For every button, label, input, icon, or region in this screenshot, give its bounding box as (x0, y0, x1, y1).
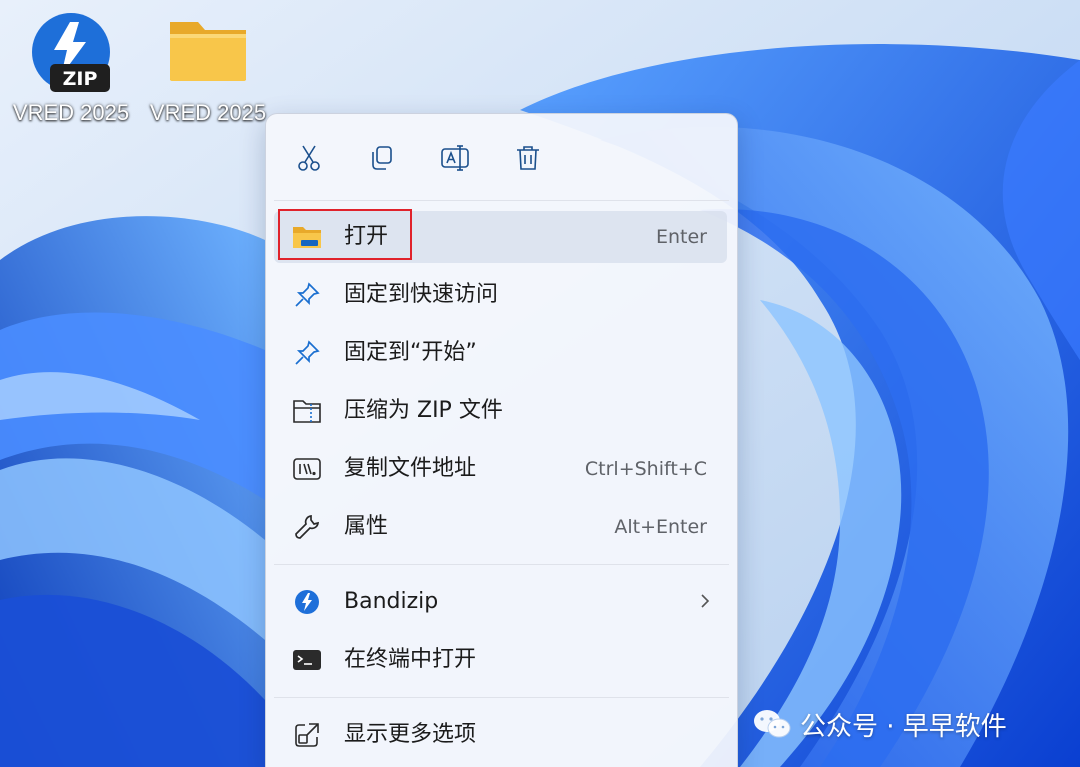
menu-separator (274, 564, 729, 565)
menu-item-shortcut: Alt+Enter (614, 516, 707, 538)
menu-item-show-more[interactable]: 显示更多选项 (274, 709, 727, 761)
cut-button[interactable] (287, 136, 331, 180)
menu-separator (274, 200, 729, 201)
chevron-right-icon (697, 590, 713, 616)
quick-actions-row (266, 114, 737, 200)
desktop: ZIP VRED 2025 VRED 2025 打开 Enter 固定到快速访问… (0, 0, 1080, 767)
zip-badge-text: ZIP (63, 68, 98, 90)
wrench-icon (292, 513, 322, 541)
menu-item-label: Bandizip (344, 589, 439, 614)
scissors-icon (298, 145, 320, 171)
copy-button[interactable] (360, 136, 404, 180)
rename-icon (441, 145, 469, 171)
menu-item-label: 固定到“开始” (344, 340, 477, 365)
menu-item-label: 压缩为 ZIP 文件 (344, 398, 503, 423)
menu-item-shortcut: Ctrl+Shift+C (584, 458, 707, 480)
zip-folder-icon (292, 397, 322, 425)
menu-item-compress-zip[interactable]: 压缩为 ZIP 文件 (274, 385, 727, 437)
pin-icon (292, 281, 322, 309)
folder-icon (170, 22, 246, 81)
watermark-text: 公众号 · 早早软件 (800, 711, 1007, 742)
delete-button[interactable] (506, 136, 550, 180)
copy-icon (372, 146, 392, 170)
desktop-icon-label: VRED 2025 (149, 100, 267, 125)
menu-item-properties[interactable]: 属性 Alt+Enter (274, 501, 727, 553)
bandizip-zip-icon: ZIP (32, 13, 110, 92)
trash-icon (517, 146, 539, 170)
highlight-box (278, 209, 412, 260)
menu-separator (274, 697, 729, 698)
wechat-icon (754, 710, 791, 738)
menu-item-copy-path[interactable]: 复制文件地址 Ctrl+Shift+C (274, 443, 727, 495)
desktop-icon-zip[interactable]: ZIP VRED 2025 (6, 0, 136, 125)
copy-path-icon (292, 455, 322, 483)
bandizip-icon (292, 588, 322, 616)
menu-item-open-terminal[interactable]: 在终端中打开 (274, 634, 727, 686)
menu-item-label: 显示更多选项 (344, 722, 477, 747)
terminal-icon (292, 646, 322, 674)
menu-item-bandizip[interactable]: Bandizip (274, 576, 727, 628)
menu-item-label: 属性 (344, 514, 389, 539)
pin-icon (292, 339, 322, 367)
menu-item-shortcut: Enter (656, 226, 707, 248)
watermark: 公众号 · 早早软件 (752, 702, 1007, 746)
desktop-icon-label: VRED 2025 (12, 100, 130, 125)
rename-button[interactable] (433, 136, 477, 180)
desktop-icon-folder[interactable]: VRED 2025 (143, 0, 273, 125)
show-more-icon (292, 721, 322, 749)
menu-item-label: 复制文件地址 (344, 456, 477, 481)
menu-item-pin-quick-access[interactable]: 固定到快速访问 (274, 269, 727, 321)
menu-item-pin-start[interactable]: 固定到“开始” (274, 327, 727, 379)
menu-item-label: 在终端中打开 (344, 647, 477, 672)
menu-item-label: 固定到快速访问 (344, 282, 499, 307)
